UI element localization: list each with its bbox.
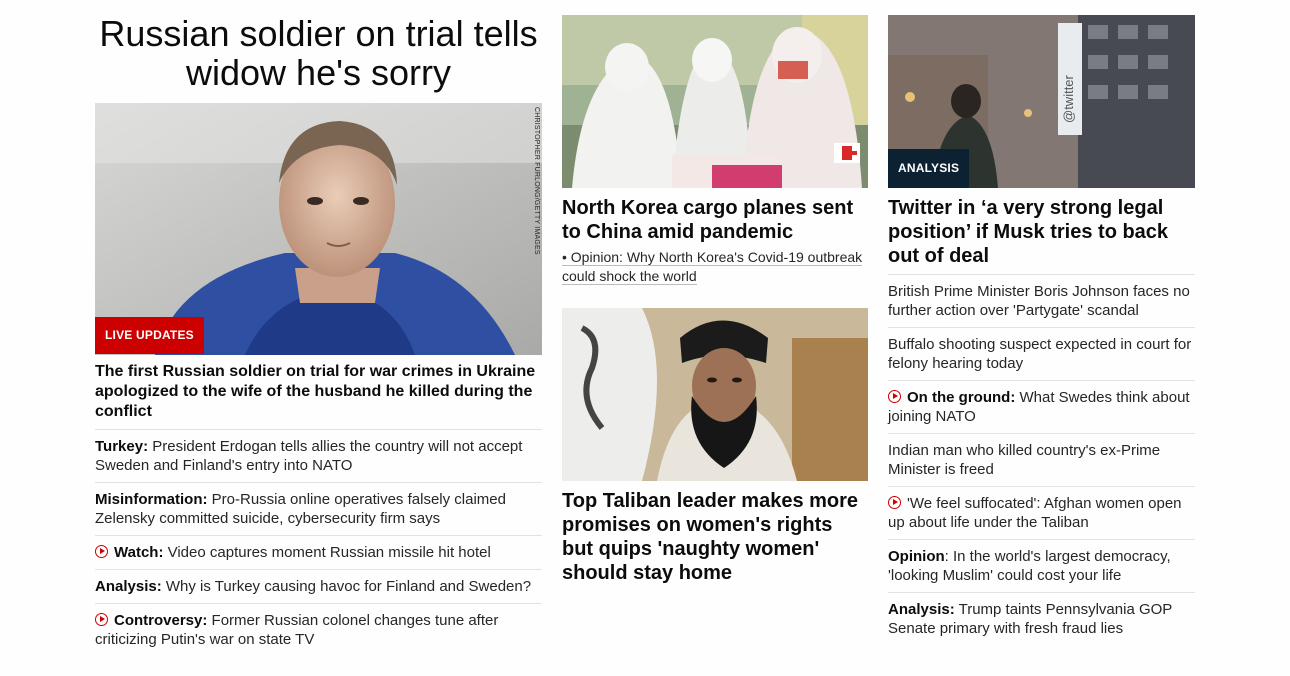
list-item[interactable]: Opinion: In the world's largest democrac…: [888, 547, 1195, 593]
item-text: Indian man who killed country's ex-Prime…: [888, 442, 1161, 478]
live-updates-badge[interactable]: LIVE UPDATES: [95, 317, 204, 354]
list-item[interactable]: Watch: Video captures moment Russian mis…: [95, 543, 542, 570]
main-headline[interactable]: Russian soldier on trial tells widow he'…: [95, 14, 542, 92]
list-item[interactable]: On the ground: What Swedes think about j…: [888, 388, 1195, 434]
list-item[interactable]: Controversy: Former Russian colonel chan…: [95, 611, 542, 651]
list-item[interactable]: Buffalo shooting suspect expected in cou…: [888, 335, 1195, 381]
north-korea-photo-graphic: [562, 15, 868, 188]
item-text: Buffalo shooting suspect expected in cou…: [888, 336, 1192, 372]
story-headline[interactable]: North Korea cargo planes sent to China a…: [562, 196, 868, 244]
item-text: President Erdogan tells allies the count…: [95, 438, 523, 474]
story-headline-link[interactable]: North Korea cargo planes sent to China a…: [562, 197, 853, 243]
taliban-leader-photo-graphic: [562, 308, 868, 481]
list-item[interactable]: British Prime Minister Boris Johnson fac…: [888, 282, 1195, 328]
item-label: Turkey:: [95, 438, 149, 455]
story-headline-link[interactable]: Top Taliban leader makes more promises o…: [562, 490, 858, 584]
item-text: 'We feel suffocated': Afghan women open …: [888, 495, 1182, 531]
video-play-icon: [888, 390, 901, 403]
item-label: Watch:: [114, 544, 164, 561]
item-label: Analysis:: [95, 578, 162, 595]
lead-story-link[interactable]: The first Russian soldier on trial for w…: [95, 363, 535, 420]
list-item[interactable]: Turkey: President Erdogan tells allies t…: [95, 437, 542, 483]
story-headline[interactable]: Twitter in ‘a very strong legal position…: [888, 196, 1195, 268]
story-headline-link[interactable]: Twitter in ‘a very strong legal position…: [888, 197, 1168, 267]
video-play-icon: [95, 545, 108, 558]
taliban-leader-photo[interactable]: [562, 308, 868, 481]
list-item[interactable]: 'We feel suffocated': Afghan women open …: [888, 494, 1195, 540]
item-label: On the ground:: [907, 389, 1016, 406]
story-headline[interactable]: Top Taliban leader makes more promises o…: [562, 489, 868, 585]
twitter-sign-text: @twitter: [1061, 74, 1076, 123]
list-item[interactable]: Misinformation: Pro-Russia online operat…: [95, 490, 542, 536]
related-opinion-text[interactable]: • Opinion: Why North Korea's Covid-19 ou…: [562, 249, 863, 285]
list-item[interactable]: Analysis: Why is Turkey causing havoc fo…: [95, 577, 542, 604]
item-label: Misinformation:: [95, 491, 208, 508]
item-text: Video captures moment Russian missile hi…: [163, 544, 491, 561]
list-item[interactable]: Indian man who killed country's ex-Prime…: [888, 441, 1195, 487]
item-label: Opinion: [888, 548, 945, 565]
related-opinion-link[interactable]: • Opinion: Why North Korea's Covid-19 ou…: [562, 248, 868, 286]
item-label: Analysis:: [888, 601, 955, 618]
item-text: British Prime Minister Boris Johnson fac…: [888, 283, 1190, 319]
list-item[interactable]: Analysis: Trump taints Pennsylvania GOP …: [888, 600, 1195, 640]
divider: [95, 429, 542, 430]
main-headline-link[interactable]: Russian soldier on trial tells widow he'…: [99, 13, 537, 93]
divider: [888, 274, 1195, 275]
lead-story-text[interactable]: The first Russian soldier on trial for w…: [95, 362, 542, 422]
analysis-badge[interactable]: ANALYSIS: [888, 149, 970, 188]
photo-credit: CHRISTOPHER FURLONG/GETTY IMAGES: [533, 107, 540, 255]
item-label: Controversy:: [114, 612, 208, 629]
north-korea-photo[interactable]: [562, 15, 868, 188]
item-text: Why is Turkey causing havoc for Finland …: [161, 578, 532, 595]
video-play-icon: [888, 496, 901, 509]
video-play-icon: [95, 613, 108, 626]
